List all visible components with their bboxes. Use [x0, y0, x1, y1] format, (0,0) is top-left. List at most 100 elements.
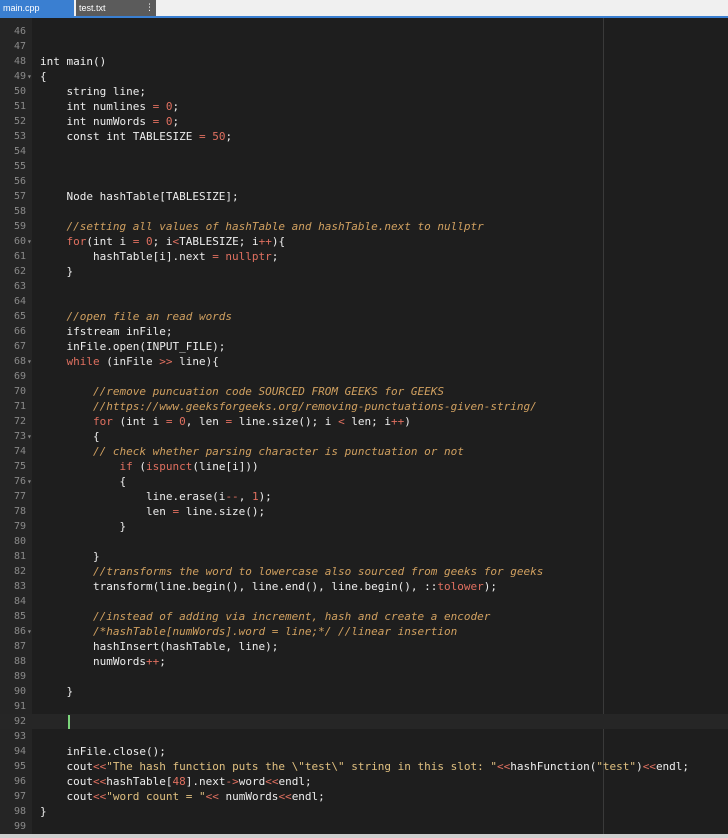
line-number: 46 — [13, 26, 26, 37]
code-line[interactable]: 97 cout<<"word count = "<< numWords<<end… — [0, 789, 728, 804]
code-line[interactable]: 67 inFile.open(INPUT_FILE); — [0, 339, 728, 354]
code-text: const int TABLESIZE = 50; — [40, 130, 233, 143]
code-line[interactable]: 53 const int TABLESIZE = 50; — [0, 129, 728, 144]
line-number: 93 — [13, 731, 26, 742]
code-line[interactable]: 63 — [0, 279, 728, 294]
code-line[interactable]: 62 } — [0, 264, 728, 279]
code-line[interactable]: 86 ▾ /*hashTable[numWords].word = line;*/… — [0, 624, 728, 639]
code-line[interactable]: 61 hashTable[i].next = nullptr; — [0, 249, 728, 264]
line-number: 65 — [13, 311, 26, 322]
code-line[interactable]: 57 Node hashTable[TABLESIZE]; — [0, 189, 728, 204]
code-line[interactable]: 66 ifstream inFile; — [0, 324, 728, 339]
line-number: 48 — [13, 56, 26, 67]
line-number: 94 — [13, 746, 26, 757]
code-line[interactable]: 54 — [0, 144, 728, 159]
line-number: 70 — [13, 386, 26, 397]
code-line[interactable]: 93 — [0, 729, 728, 744]
line-number: 66 — [13, 326, 26, 337]
line-number: 53 — [13, 131, 26, 142]
line-number: 95 — [13, 761, 26, 772]
code-line[interactable]: 73 ▾ { — [0, 429, 728, 444]
line-number: 87 — [13, 641, 26, 652]
code-line[interactable]: 81 } — [0, 549, 728, 564]
line-number: 67 — [13, 341, 26, 352]
code-line[interactable]: 78 len = line.size(); — [0, 504, 728, 519]
line-number: 64 — [13, 296, 26, 307]
code-line[interactable]: 92 — [0, 714, 728, 729]
code-line[interactable]: 51 int numlines = 0; — [0, 99, 728, 114]
code-line[interactable]: 65 //open file an read words — [0, 309, 728, 324]
code-line[interactable]: 87 hashInsert(hashTable, line); — [0, 639, 728, 654]
code-line[interactable]: 60 ▾ for(int i = 0; i<TABLESIZE; i++){ — [0, 234, 728, 249]
code-line[interactable]: 85 //instead of adding via increment, ha… — [0, 609, 728, 624]
fold-arrow-icon[interactable]: ▾ — [27, 429, 32, 444]
code-line[interactable]: 56 — [0, 174, 728, 189]
code-text: } — [40, 265, 74, 278]
tab-main-cpp[interactable]: main.cpp — [0, 0, 74, 16]
code-line[interactable]: 52 int numWords = 0; — [0, 114, 728, 129]
code-line[interactable]: 58 — [0, 204, 728, 219]
code-line[interactable]: 91 — [0, 699, 728, 714]
code-line[interactable]: 84 — [0, 594, 728, 609]
code-line[interactable]: 75 if (ispunct(line[i])) — [0, 459, 728, 474]
code-text: { — [40, 475, 127, 488]
fold-arrow-icon[interactable]: ▾ — [27, 69, 32, 84]
code-line[interactable]: 98} — [0, 804, 728, 819]
code-line[interactable]: 83 transform(line.begin(), line.end(), l… — [0, 579, 728, 594]
line-number: 96 — [13, 776, 26, 787]
code-line[interactable]: 76 ▾ { — [0, 474, 728, 489]
code-text: int main() — [40, 55, 107, 68]
code-line[interactable]: 96 cout<<hashTable[48].next->word<<endl; — [0, 774, 728, 789]
line-number: 56 — [13, 176, 26, 187]
line-number: 88 — [13, 656, 26, 667]
code-line[interactable]: 88 numWords++; — [0, 654, 728, 669]
code-text: int numWords = 0; — [40, 115, 180, 128]
fold-arrow-icon[interactable]: ▾ — [27, 234, 32, 249]
line-number: 62 — [13, 266, 26, 277]
code-line[interactable]: 64 — [0, 294, 728, 309]
line-number: 73 — [13, 431, 26, 442]
code-line[interactable]: 94 inFile.close(); — [0, 744, 728, 759]
line-number: 97 — [13, 791, 26, 802]
code-line[interactable]: 79 } — [0, 519, 728, 534]
vertical-ellipsis-icon[interactable]: ⋮ — [145, 2, 154, 14]
code-line[interactable]: 99 — [0, 819, 728, 834]
line-number: 63 — [13, 281, 26, 292]
code-text: } — [40, 550, 100, 563]
code-text: { — [40, 70, 47, 83]
code-line[interactable]: 59 //setting all values of hashTable and… — [0, 219, 728, 234]
line-number: 54 — [13, 146, 26, 157]
line-number: 86 — [13, 626, 26, 637]
code-line[interactable]: 95 cout<<"The hash function puts the \"t… — [0, 759, 728, 774]
fold-arrow-icon[interactable]: ▾ — [27, 354, 32, 369]
code-line[interactable]: 74 // check whether parsing character is… — [0, 444, 728, 459]
code-line[interactable]: 46 — [0, 24, 728, 39]
code-line[interactable]: 90 } — [0, 684, 728, 699]
code-text: /*hashTable[numWords].word = line;*/ //l… — [40, 625, 458, 638]
tab-test-txt[interactable]: test.txt — [76, 0, 156, 16]
code-line[interactable]: 47 — [0, 39, 728, 54]
code-line[interactable]: 69 — [0, 369, 728, 384]
code-text: // check whether parsing character is pu… — [40, 445, 464, 458]
code-line[interactable]: 68 ▾ while (inFile >> line){ — [0, 354, 728, 369]
code-line[interactable]: 89 — [0, 669, 728, 684]
code-line[interactable]: 50 string line; — [0, 84, 728, 99]
code-line[interactable]: 80 — [0, 534, 728, 549]
code-line[interactable]: 71 //https://www.geeksforgeeks.org/remov… — [0, 399, 728, 414]
fold-arrow-icon[interactable]: ▾ — [27, 624, 32, 639]
code-line[interactable]: 48 int main() — [0, 54, 728, 69]
fold-arrow-icon[interactable]: ▾ — [27, 474, 32, 489]
line-number: 91 — [13, 701, 26, 712]
line-number: 75 — [13, 461, 26, 472]
code-line[interactable]: 49 ▾ { — [0, 69, 728, 84]
code-editor[interactable]: 46 47 48 int main() 49 ▾{50 string line; 51 in… — [0, 18, 728, 838]
code-line[interactable]: 55 — [0, 159, 728, 174]
code-line[interactable]: 70 //remove puncuation code SOURCED FROM… — [0, 384, 728, 399]
line-number: 84 — [13, 596, 26, 607]
code-line[interactable]: 77 line.erase(i--, 1); — [0, 489, 728, 504]
code-line[interactable]: 82 //transforms the word to lowercase al… — [0, 564, 728, 579]
line-number: 90 — [13, 686, 26, 697]
code-line[interactable]: 72 for (int i = 0, len = line.size(); i … — [0, 414, 728, 429]
code-text: inFile.close(); — [40, 745, 166, 758]
line-number: 52 — [13, 116, 26, 127]
